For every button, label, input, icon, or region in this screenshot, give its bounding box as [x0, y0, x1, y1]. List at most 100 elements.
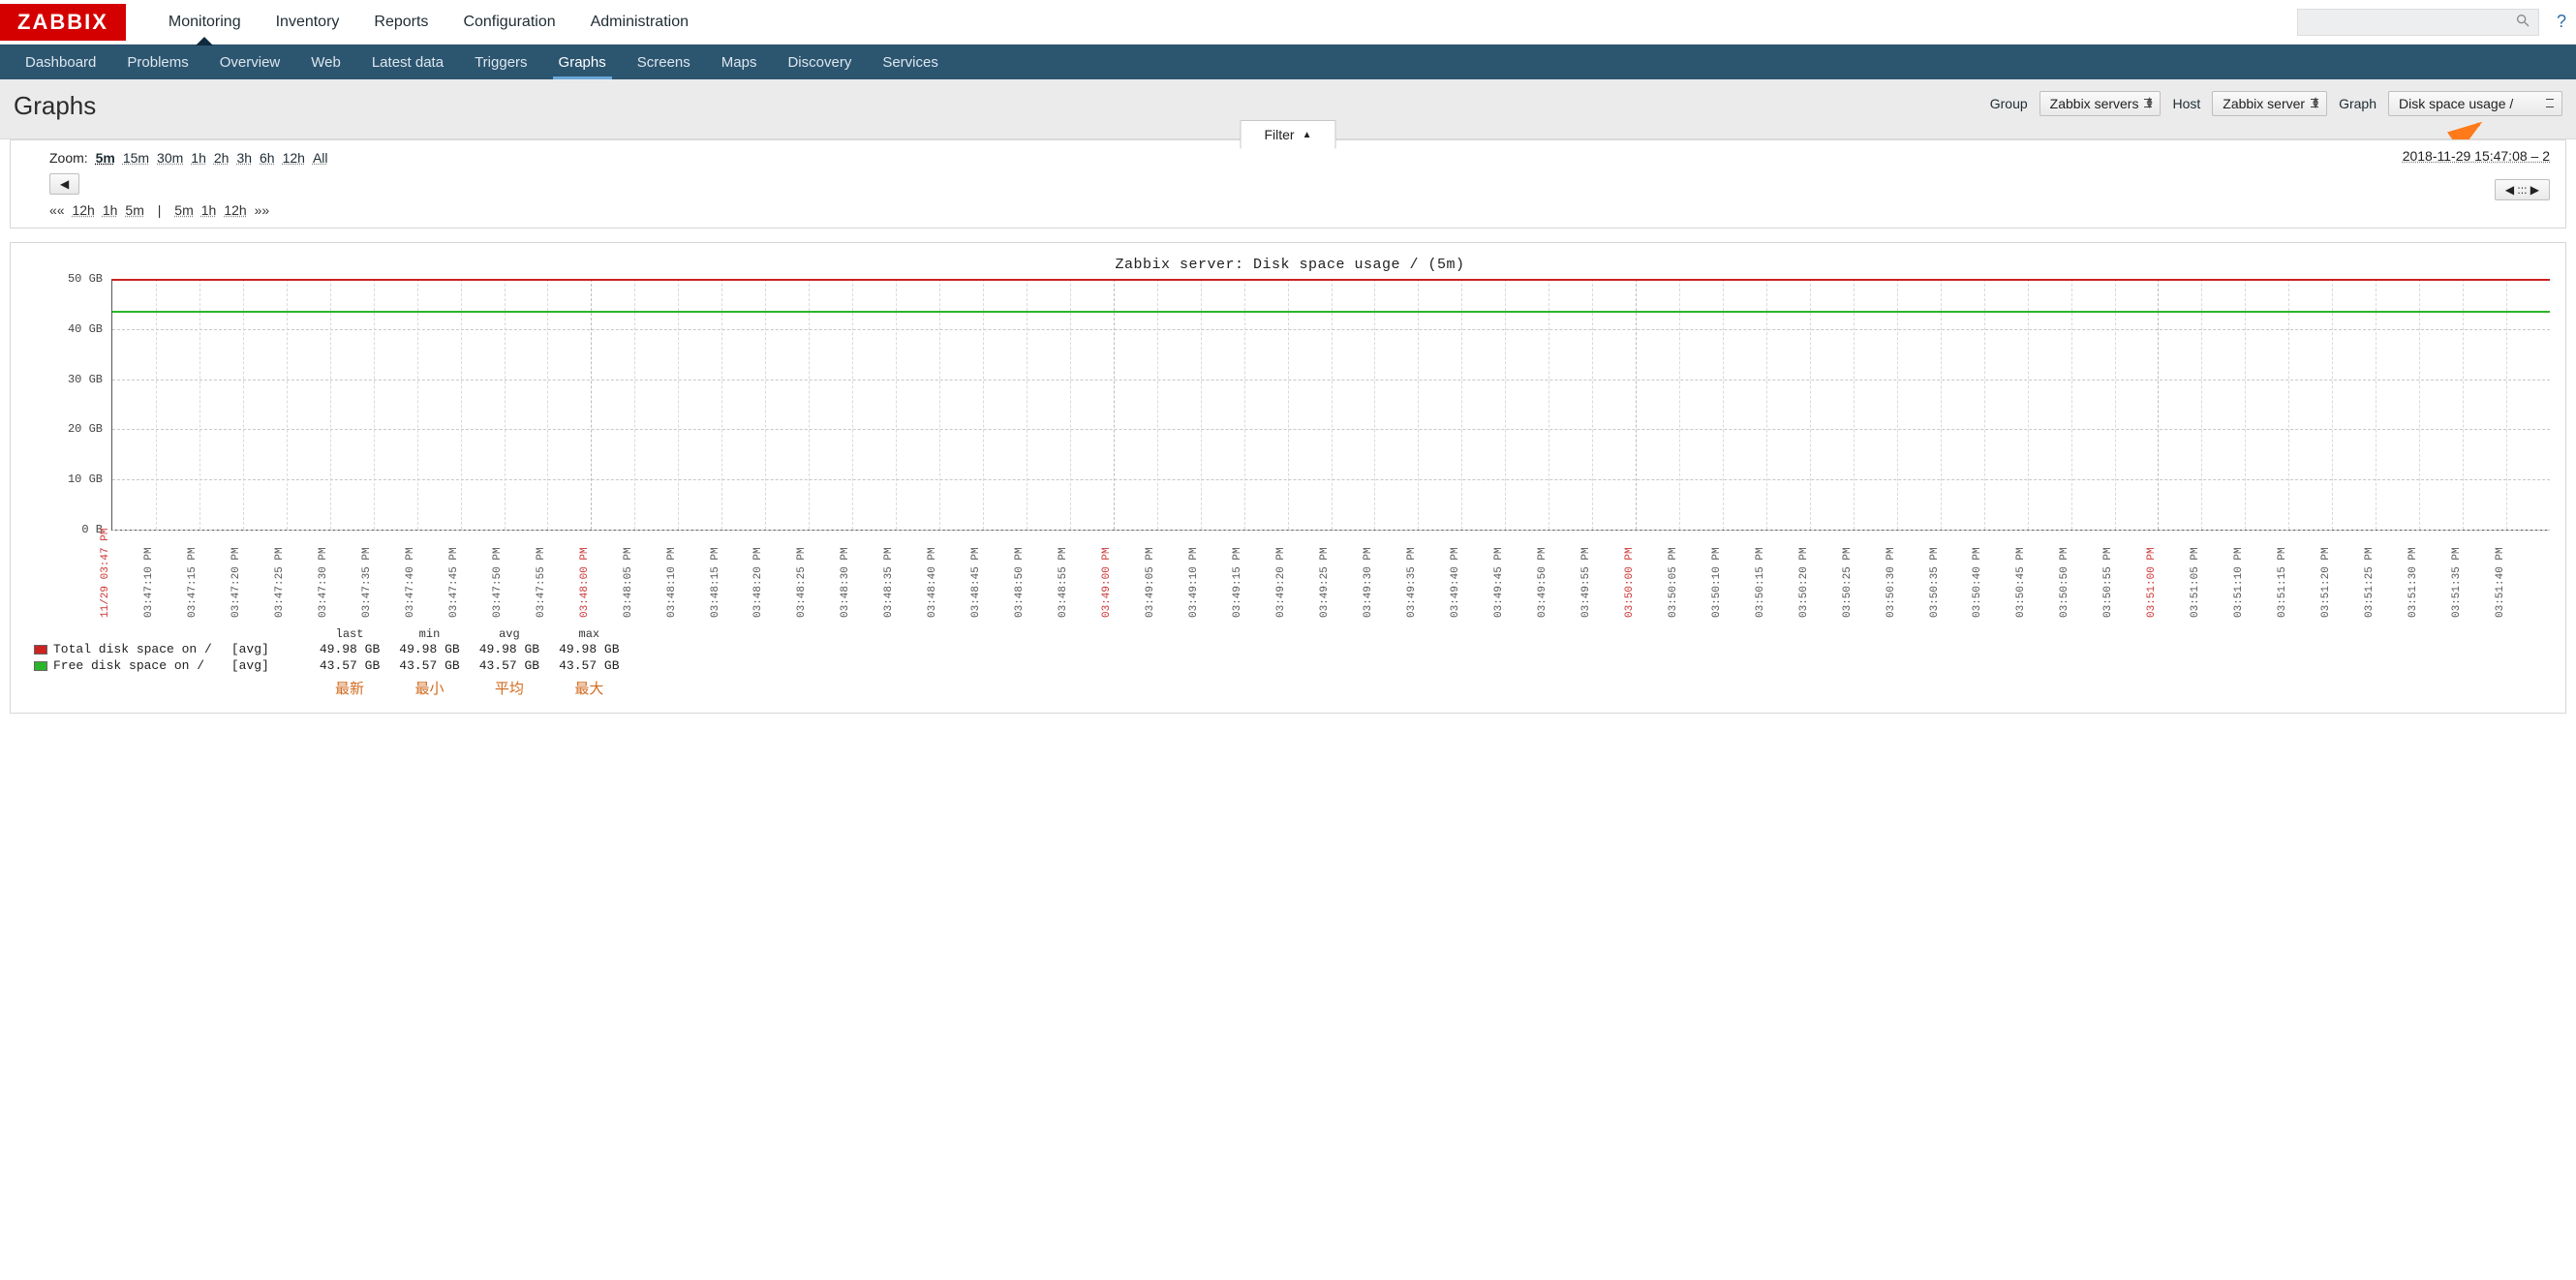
time-prev-button[interactable]: ◀ — [49, 173, 79, 195]
xtick-label: 03:49:35 PM — [1406, 547, 1418, 618]
xtick-label: 03:48:30 PM — [840, 547, 851, 618]
gridline-x — [2506, 279, 2507, 530]
zoom-3h[interactable]: 3h — [236, 150, 252, 166]
subnav-problems[interactable]: Problems — [111, 45, 203, 79]
gridline-x — [199, 279, 200, 530]
xtick-label: 03:49:50 PM — [1537, 547, 1549, 618]
gridline-x — [547, 279, 548, 530]
annotation-cn-label: 最大 — [549, 674, 629, 699]
series-line — [112, 311, 2550, 313]
zoom-30m[interactable]: 30m — [157, 150, 183, 166]
gridline-x — [852, 279, 853, 530]
zoom-1h[interactable]: 1h — [191, 150, 206, 166]
xtick-label: 03:47:10 PM — [143, 547, 155, 618]
legend-avg: 49.98 GB — [470, 641, 549, 657]
graph-select[interactable]: Disk space usage / — [2388, 91, 2562, 116]
legend-last: 49.98 GB — [310, 641, 389, 657]
subnav-latest-data[interactable]: Latest data — [356, 45, 459, 79]
xtick-label: 03:47:30 PM — [318, 547, 329, 618]
gridline-x — [2419, 279, 2420, 530]
zoom-All[interactable]: All — [313, 150, 328, 166]
subnav-discovery[interactable]: Discovery — [772, 45, 867, 79]
xtick-label: 03:50:55 PM — [2102, 547, 2114, 618]
quick-fwd-1h[interactable]: 1h — [201, 202, 217, 218]
time-range-display[interactable]: 2018-11-29 15:47:08 – 2 — [2403, 148, 2550, 164]
xtick-label: 03:48:45 PM — [970, 547, 982, 618]
help-icon[interactable]: ? — [2553, 12, 2576, 32]
topnav-configuration[interactable]: Configuration — [445, 0, 572, 45]
quick-fwd-12h[interactable]: 12h — [224, 202, 246, 218]
xtick-label: 03:49:45 PM — [1493, 547, 1505, 618]
gridline-x — [1810, 279, 1811, 530]
subnav-triggers[interactable]: Triggers — [459, 45, 542, 79]
subnav-graphs[interactable]: Graphs — [543, 45, 622, 79]
quick-back-12h[interactable]: 12h — [72, 202, 94, 218]
chart-plot: 0 B10 GB20 GB30 GB40 GB50 GB — [111, 279, 2550, 531]
gridline-x — [1332, 279, 1333, 530]
gridline-x — [939, 279, 940, 530]
xtick-label: 03:50:40 PM — [1972, 547, 1983, 618]
legend-name: Free disk space on / — [53, 658, 204, 673]
xtick-label: 03:50:45 PM — [2015, 547, 2027, 618]
subnav-maps[interactable]: Maps — [706, 45, 773, 79]
gridline-x — [765, 279, 766, 530]
gridline-x — [1244, 279, 1245, 530]
subnav-screens[interactable]: Screens — [622, 45, 706, 79]
xtick-label: 03:48:55 PM — [1058, 547, 1069, 618]
gridline-x — [330, 279, 331, 530]
legend-row: Free disk space on /[avg]43.57 GB43.57 G… — [24, 657, 629, 674]
zoom-6h[interactable]: 6h — [260, 150, 275, 166]
gridline-x — [1070, 279, 1071, 530]
chevron-up-icon: ▲ — [1303, 130, 1312, 140]
gridline-x — [1941, 279, 1942, 530]
legend-col-min: min — [389, 627, 469, 641]
top-bar: ZABBIX MonitoringInventoryReportsConfigu… — [0, 0, 2576, 45]
xtick-label: 03:47:50 PM — [492, 547, 504, 618]
topnav-administration[interactable]: Administration — [573, 0, 706, 45]
gridline-x — [505, 279, 506, 530]
legend-min: 49.98 GB — [389, 641, 469, 657]
zoom-5m[interactable]: 5m — [96, 150, 115, 166]
search-icon — [2515, 13, 2530, 31]
zoom-15m[interactable]: 15m — [123, 150, 149, 166]
gridline-x — [896, 279, 897, 530]
quick-back-1h[interactable]: 1h — [103, 202, 118, 218]
xtick-label: 03:49:55 PM — [1580, 547, 1592, 618]
subnav-overview[interactable]: Overview — [204, 45, 296, 79]
xtick-label: 03:50:15 PM — [1755, 547, 1766, 618]
topnav-inventory[interactable]: Inventory — [259, 0, 357, 45]
quick-left-marker[interactable]: «« — [49, 202, 65, 218]
xtick-label: 03:50:35 PM — [1929, 547, 1941, 618]
gridline-x — [2115, 279, 2116, 530]
xtick-label: 03:50:25 PM — [1842, 547, 1854, 618]
legend-max: 49.98 GB — [549, 641, 629, 657]
topnav-reports[interactable]: Reports — [356, 0, 445, 45]
zoom-2h[interactable]: 2h — [214, 150, 230, 166]
xtick-label: 03:49:40 PM — [1450, 547, 1461, 618]
quick-fwd-5m[interactable]: 5m — [174, 202, 193, 218]
gridline-x — [2158, 279, 2159, 530]
gridline-x — [156, 279, 157, 530]
gridline-x — [1723, 279, 1724, 530]
zoom-row: Zoom: 5m15m30m1h2h3h6h12hAll — [49, 150, 2550, 166]
xtick-label: 03:51:30 PM — [2407, 547, 2419, 618]
logo[interactable]: ZABBIX — [0, 4, 126, 41]
xtick-label: 03:49:15 PM — [1232, 547, 1243, 618]
subnav-dashboard[interactable]: Dashboard — [10, 45, 111, 79]
group-select[interactable]: Zabbix servers ▲▼ — [2039, 91, 2162, 116]
host-value: Zabbix server — [2223, 96, 2305, 111]
host-select[interactable]: Zabbix server ▲▼ — [2212, 91, 2327, 116]
xtick-label: 03:51:10 PM — [2233, 547, 2245, 618]
gridline-x — [983, 279, 984, 530]
zoom-12h[interactable]: 12h — [283, 150, 305, 166]
quick-nav-row: «« 12h1h5m | 5m1h12h »» — [49, 202, 2550, 218]
gridline-x — [1592, 279, 1593, 530]
topnav-monitoring[interactable]: Monitoring — [151, 0, 259, 45]
search-input[interactable] — [2297, 9, 2539, 36]
filter-toggle[interactable]: Filter ▲ — [1240, 120, 1335, 149]
subnav-services[interactable]: Services — [867, 45, 954, 79]
quick-right-marker[interactable]: »» — [255, 202, 270, 218]
time-scroll-grip[interactable]: ◀ ::: ▶ — [2495, 179, 2550, 200]
quick-back-5m[interactable]: 5m — [125, 202, 143, 218]
subnav-web[interactable]: Web — [295, 45, 356, 79]
